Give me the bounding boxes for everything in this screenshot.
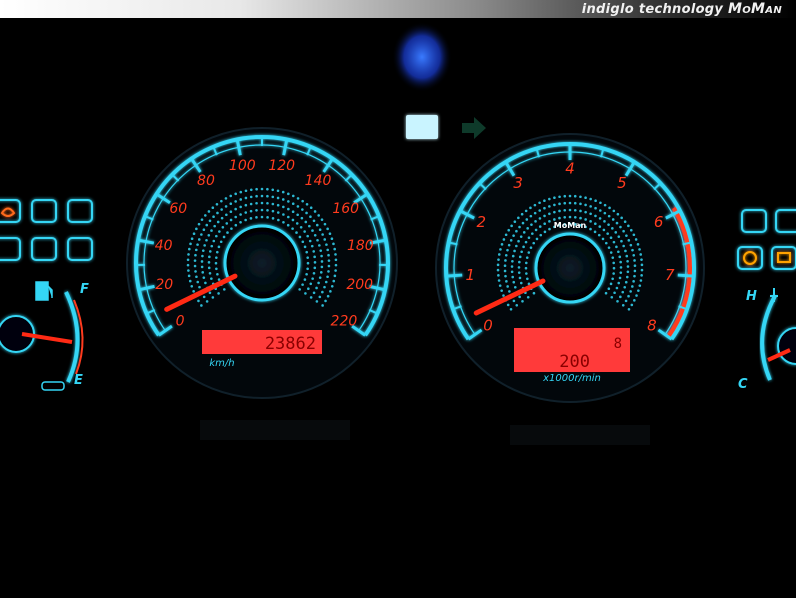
tachometer: 0 1 2 3 4 5 6 7 8 MoMan 8 200 x1000r/min [435,133,705,403]
fuel-empty-label: E [74,373,83,388]
tachometer-tick-label: 3 [513,174,523,192]
fuel-pump-icon [35,281,53,301]
tachometer-tick-label: 6 [654,213,664,231]
left-warning-panel [0,199,93,261]
speedometer-tick-label: 80 [197,173,215,189]
blue-warning-lamp-icon [392,22,452,92]
high-beam-indicator-icon [406,115,438,139]
temp-cold-label: C [738,377,748,392]
lcd-bottom-value: 200 [559,352,590,372]
speedometer-tick-label: 180 [347,238,374,254]
oil-warning-icon [743,251,757,265]
speedometer: 0 20 40 60 80 100 120 140160 180 200 220 23862 km/… [126,127,398,399]
tachometer-tick-label: 0 [483,317,493,335]
speed-unit-label: km/h [209,358,234,369]
right-warning-panel [737,209,796,270]
speedometer-tick-label: 200 [346,277,373,293]
tachometer-tick-label: 8 [647,317,657,335]
speedometer-tick-label: 160 [332,201,359,217]
fuel-gauge: F E [0,281,89,391]
temp-hot-label: H [746,289,757,304]
turn-signal-arrow-icon [462,117,486,139]
speedometer-tick-label: 20 [155,277,173,293]
instrument-cluster: 020406080100 120140160180200220 23862 km/… [0,22,796,445]
speedometer-tick-label: 40 [155,238,173,254]
tachometer-tick-label: 7 [665,266,675,284]
tachometer-brand-label: MoMan [554,221,587,230]
speedometer-tick-label: 0 [176,313,185,329]
engine-warning-icon [0,207,16,217]
temperature-gauge: H C [738,288,796,392]
rpm-unit-label: x1000r/min [542,373,601,384]
odometer-value: 23862 [265,334,316,354]
tachometer-tick-label: 2 [477,213,487,231]
fuel-full-label: F [80,282,89,297]
tachometer-hub [534,232,606,304]
lcd-top-value: 8 [614,336,622,352]
speedometer-tick-label: 140 [305,173,332,189]
tachometer-tick-label: 1 [465,266,475,284]
tachometer-tick-label: 5 [617,174,627,192]
speedometer-tick-label: 60 [169,201,187,217]
speedometer-tick-label: 220 [331,313,358,329]
tachometer-tick-label: 4 [565,159,575,177]
speedometer-tick-label: 120 [268,158,295,174]
speedometer-tick-label: 100 [229,158,256,174]
battery-warning-icon [777,252,791,263]
speedometer-hub [223,224,301,302]
